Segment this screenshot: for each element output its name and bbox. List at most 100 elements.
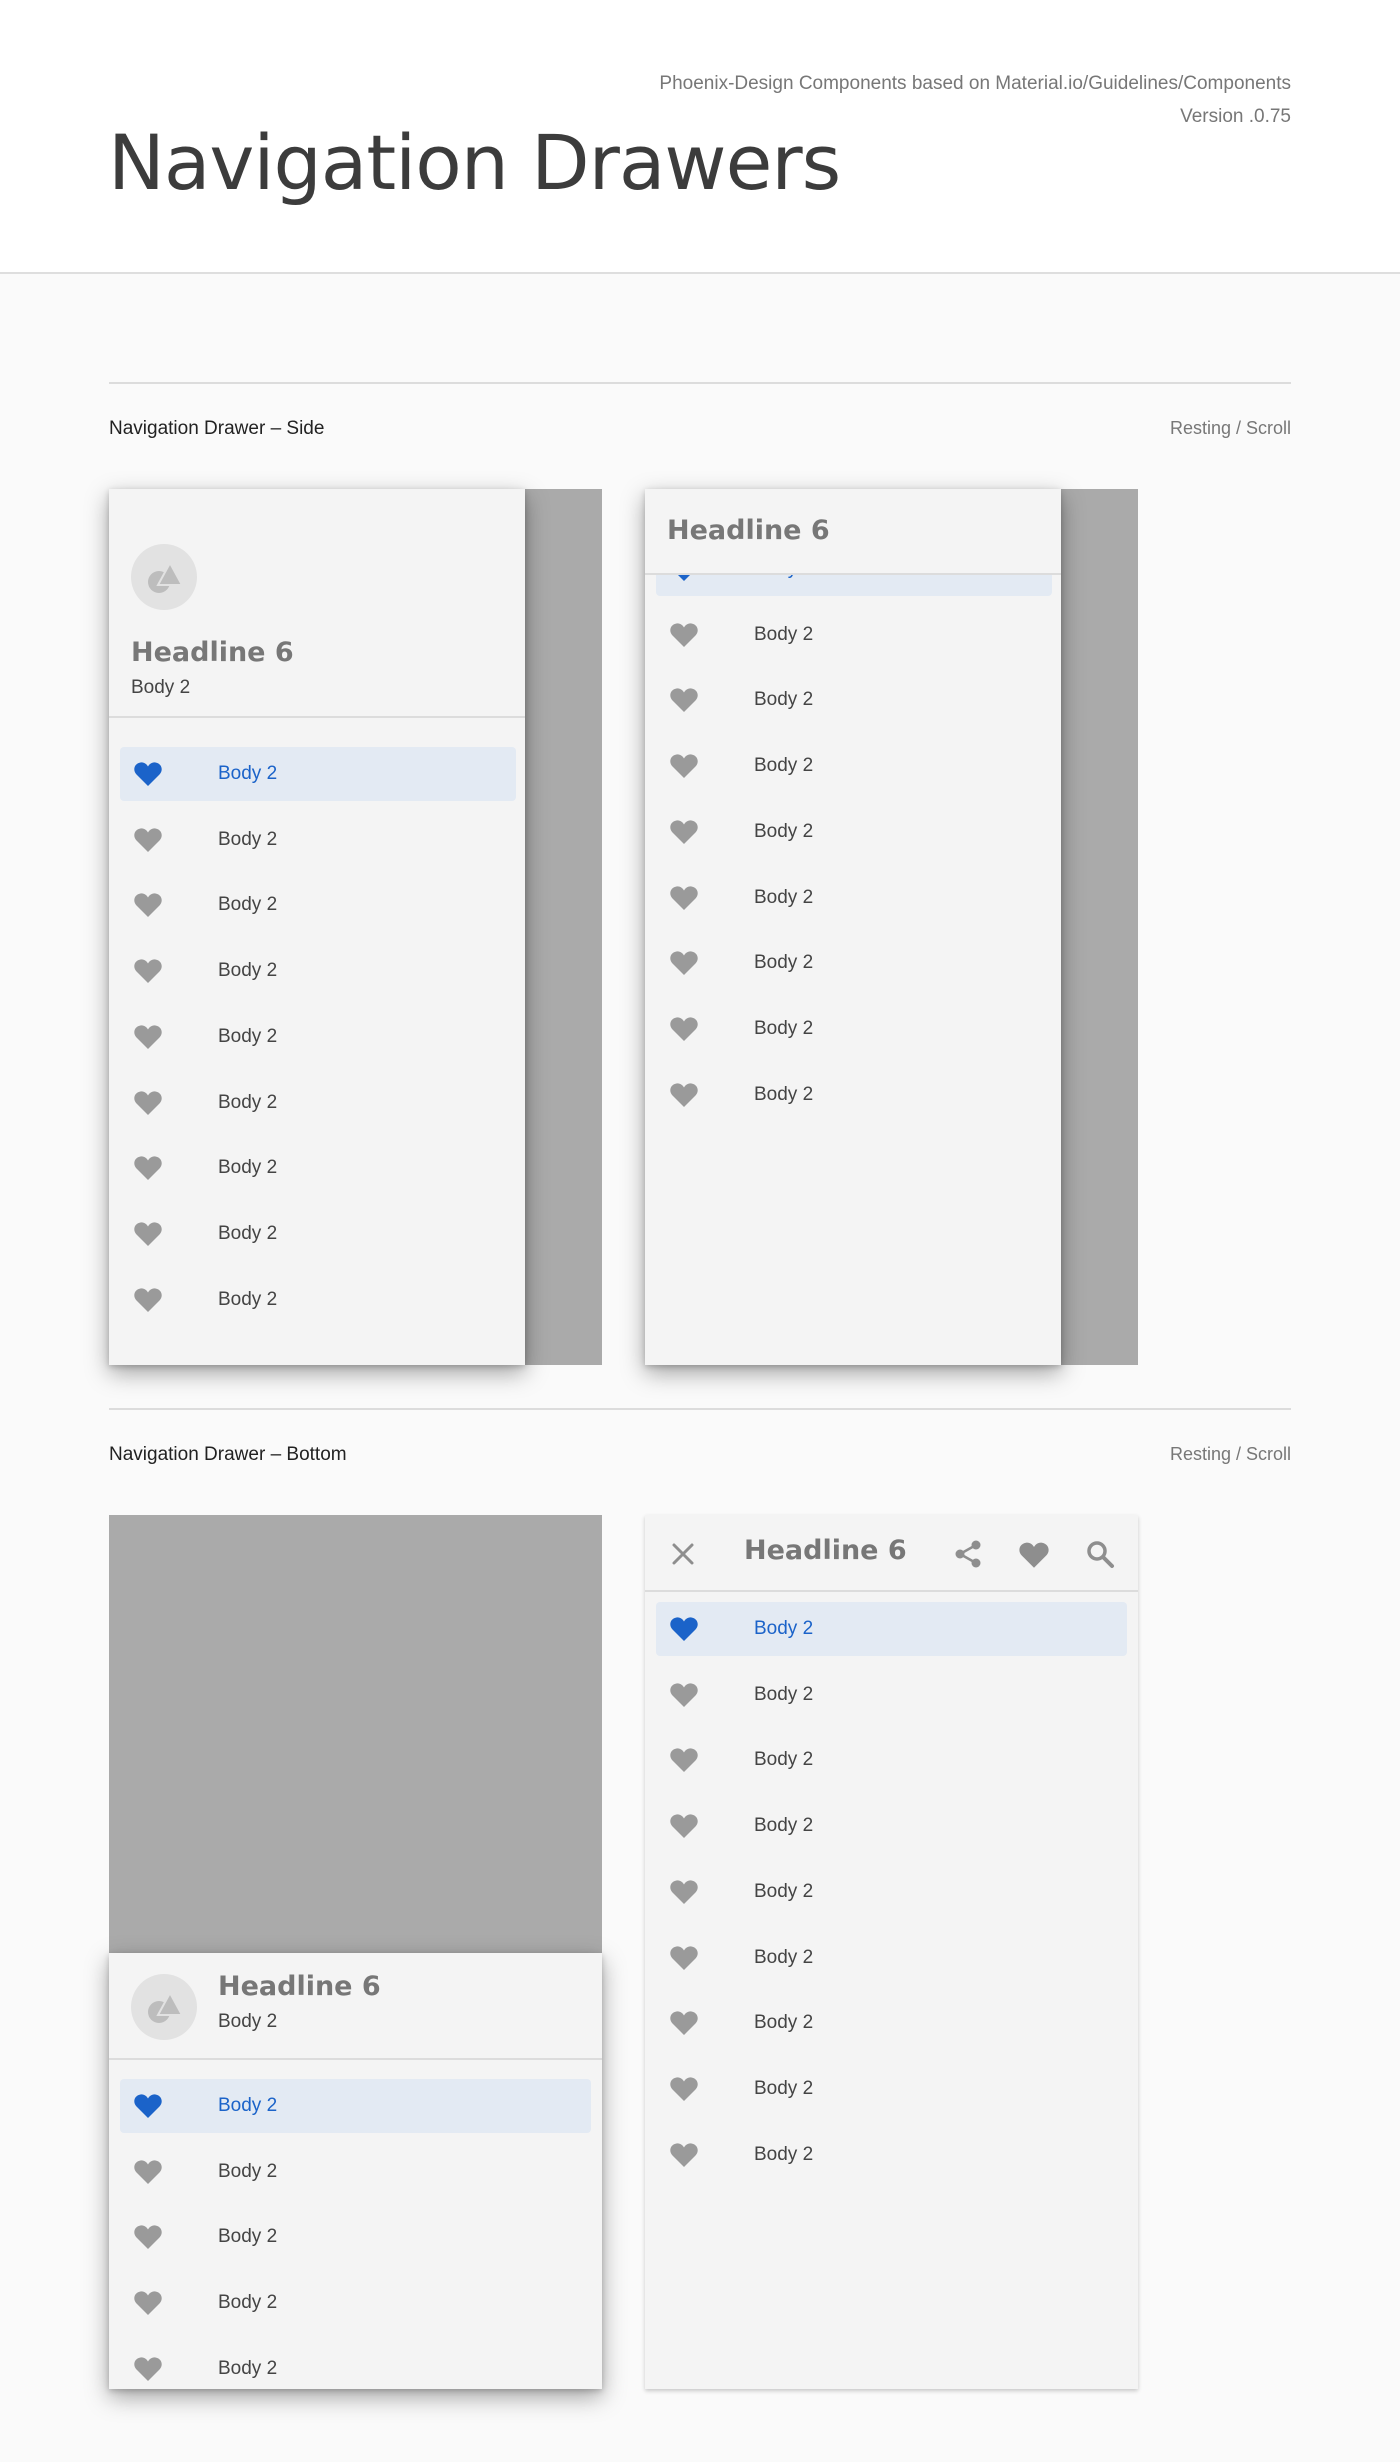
bottom-drawer-resting: Headline 6 Body 2 Body 2 Body 2 Body 2 Body… [109, 1953, 602, 2389]
drawer-item[interactable]: Body 2 [656, 805, 1052, 859]
drawer-item-label: Body 2 [754, 1083, 814, 1105]
drawer-headline: Headline 6 [667, 515, 830, 546]
page-title: Navigation Drawers [108, 118, 841, 207]
close-icon[interactable] [667, 1538, 699, 1570]
drawer-item[interactable]: Body 2 [120, 2342, 591, 2389]
drawer-item[interactable]: Body 2 [656, 2128, 1127, 2182]
drawer-item[interactable]: Body 2 [120, 944, 516, 998]
section-divider [109, 382, 1291, 384]
heart-icon [670, 2077, 698, 2101]
drawer-item[interactable]: Body 2 [656, 1865, 1127, 1919]
drawer-item-label: Body 2 [218, 960, 278, 982]
drawer-item-label: Body 2 [754, 623, 814, 645]
drawer-item[interactable]: Body 2 [656, 608, 1052, 662]
drawer-item[interactable]: Body 2 [120, 1273, 516, 1327]
drawer-item-label: Body 2 [754, 1749, 814, 1771]
drawer-item[interactable]: Body 2 [120, 1141, 516, 1195]
drawer-item[interactable]: Body 2 [120, 813, 516, 867]
heart-icon [670, 1814, 698, 1839]
drawer-item-label: Body 2 [754, 1683, 814, 1705]
drawer-item-label: Body 2 [218, 1288, 278, 1310]
drawer-item-label: Body 2 [218, 894, 278, 916]
drawer-item-label: Body 2 [754, 689, 814, 711]
drawer-item-label: Body 2 [754, 886, 814, 908]
drawer-item-label: Body 2 [754, 820, 814, 842]
heart-icon [670, 885, 698, 910]
drawer-item-label: Body 2 [754, 755, 814, 777]
heart-icon [670, 1880, 698, 1904]
drawer-item[interactable]: Body 2 [120, 2276, 591, 2330]
drawer-item[interactable]: Body 2 [120, 1207, 516, 1261]
side-drawer-scroll: Body 2 Body 2 Body 2 Body 2 Body 2 Body 2 Body… [645, 489, 1061, 1365]
drawer-item[interactable]: Body 2 [120, 2145, 591, 2199]
page-header: Navigation Drawers Phoenix-Design Compon… [0, 0, 1400, 274]
heart-icon [670, 1683, 698, 1707]
drawer-item[interactable]: Body 2 [656, 1931, 1127, 1985]
drawer-item-label: Body 2 [218, 2357, 278, 2379]
drawer-item[interactable]: Body 2 [656, 871, 1052, 925]
heart-icon [670, 1748, 698, 1773]
heart-icon[interactable] [1018, 1539, 1050, 1571]
avatar [131, 1974, 197, 2040]
drawer-item-label: Body 2 [754, 952, 814, 974]
drawer-item[interactable]: Body 2 [120, 747, 516, 801]
drawer-item[interactable]: Body 2 [656, 2062, 1127, 2116]
drawer-item[interactable]: Body 2 [656, 673, 1052, 727]
drawer-item-label: Body 2 [218, 828, 278, 850]
drawer-item-label: Body 2 [754, 2012, 814, 2034]
heart-icon [134, 828, 162, 852]
drawer-item[interactable]: Body 2 [656, 1068, 1052, 1122]
drawer-headline: Headline 6 [744, 1535, 907, 1566]
drawer-item-label: Body 2 [218, 2292, 278, 2314]
search-icon[interactable] [1084, 1538, 1116, 1570]
section-divider [109, 1408, 1291, 1410]
logo-icon [148, 560, 184, 593]
heart-icon [670, 820, 698, 844]
drawer-item-label: Body 2 [218, 1157, 278, 1179]
drawer-item[interactable]: Body 2 [656, 936, 1052, 990]
heart-icon [134, 2357, 162, 2381]
heart-icon [134, 2291, 162, 2316]
drawer-item[interactable]: Body 2 [656, 739, 1052, 793]
drawer-top-bar: Headline 6 [645, 489, 1061, 575]
heart-icon [670, 951, 698, 976]
heart-icon [670, 2143, 698, 2167]
drawer-item[interactable]: Body 2 [120, 1010, 516, 1064]
drawer-item[interactable]: Body 2 [656, 1668, 1127, 1722]
drawer-item[interactable]: Body 2 [656, 1602, 1127, 1656]
drawer-item-label: Body 2 [754, 2077, 814, 2099]
heart-icon [134, 1156, 162, 1181]
heart-icon [670, 1083, 698, 1107]
header-meta-version: Version .0.75 [1180, 106, 1291, 127]
section-title-side: Navigation Drawer – Side [109, 418, 325, 439]
drawer-item-label: Body 2 [218, 2095, 278, 2116]
drawer-item[interactable]: Body 2 [120, 2079, 591, 2133]
drawer-item[interactable]: Body 2 [656, 1799, 1127, 1853]
drawer-subtitle: Body 2 [131, 677, 191, 698]
drawer-divider [645, 1590, 1138, 1592]
heart-icon [670, 2011, 698, 2036]
heart-icon [670, 1017, 698, 1041]
drawer-divider [645, 573, 1061, 575]
drawer-item[interactable]: Body 2 [120, 878, 516, 932]
drawer-item[interactable]: Body 2 [656, 1996, 1127, 2050]
drawer-item-label: Body 2 [218, 1025, 278, 1047]
side-drawer-resting: Headline 6 Body 2 Body 2 Body 2 Body 2 Body… [109, 489, 525, 1365]
share-icon[interactable] [952, 1538, 984, 1570]
heart-icon [670, 754, 698, 779]
drawer-item[interactable]: Body 2 [120, 2210, 591, 2264]
drawer-item[interactable]: Body 2 [656, 1733, 1127, 1787]
drawer-item-label: Body 2 [218, 1091, 278, 1113]
heart-icon [134, 1222, 162, 1246]
drawer-item[interactable]: Body 2 [120, 1076, 516, 1130]
drawer-headline: Headline 6 [131, 637, 294, 668]
section-state-side: Resting / Scroll [1169, 418, 1291, 438]
drawer-item-label: Body 2 [218, 1222, 278, 1244]
drawer-item-label: Body 2 [754, 1815, 814, 1837]
heart-icon [670, 623, 698, 647]
drawer-headline: Headline 6 [218, 1971, 381, 2002]
section-title-bottom: Navigation Drawer – Bottom [109, 1444, 347, 1465]
logo-icon [148, 1990, 184, 2023]
drawer-item[interactable]: Body 2 [656, 1002, 1052, 1056]
heart-icon [670, 1945, 698, 1970]
